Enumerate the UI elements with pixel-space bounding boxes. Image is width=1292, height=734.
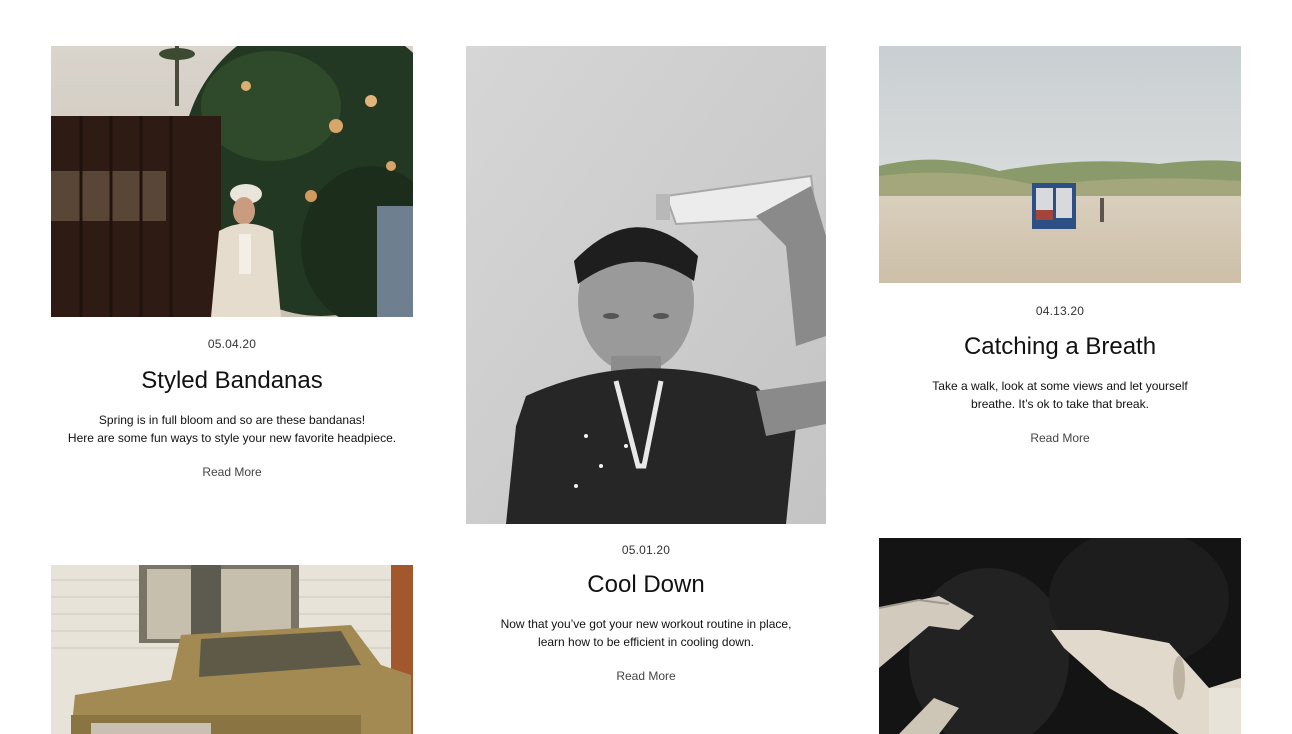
post-image-hands-reaching[interactable]	[879, 538, 1241, 734]
post-date: 05.01.20	[621, 543, 671, 557]
blog-card-vintage-car	[51, 565, 413, 734]
read-more-link[interactable]: Read More	[1030, 431, 1089, 445]
post-date: 04.13.20	[1035, 304, 1085, 318]
blog-card-cool-down: 05.01.20 Cool Down Now that you’ve got y…	[466, 46, 826, 685]
blog-card-hands	[879, 538, 1241, 734]
post-title[interactable]: Cool Down	[466, 570, 826, 600]
post-excerpt: Now that you’ve got your new workout rou…	[500, 617, 792, 649]
post-date: 05.04.20	[207, 337, 257, 351]
post-image-vintage-truck[interactable]	[51, 565, 413, 734]
post-image-man-water-bottle[interactable]	[466, 46, 826, 524]
blog-card-catching-a-breath: 04.13.20 Catching a Breath Take a walk, …	[879, 46, 1241, 447]
blog-grid: 05.04.20 Styled Bandanas Spring is in fu…	[0, 0, 1292, 734]
read-more-link[interactable]: Read More	[616, 669, 675, 683]
post-image-woman-bandana[interactable]	[51, 46, 413, 317]
post-title[interactable]: Catching a Breath	[879, 332, 1241, 362]
read-more-link[interactable]: Read More	[202, 465, 261, 479]
post-image-beach-booth[interactable]	[879, 46, 1241, 283]
post-title[interactable]: Styled Bandanas	[51, 366, 413, 396]
post-excerpt: Spring is in full bloom and so are these…	[67, 413, 397, 445]
post-excerpt: Take a walk, look at some views and let …	[932, 379, 1188, 411]
blog-card-styled-bandanas: 05.04.20 Styled Bandanas Spring is in fu…	[51, 46, 413, 481]
